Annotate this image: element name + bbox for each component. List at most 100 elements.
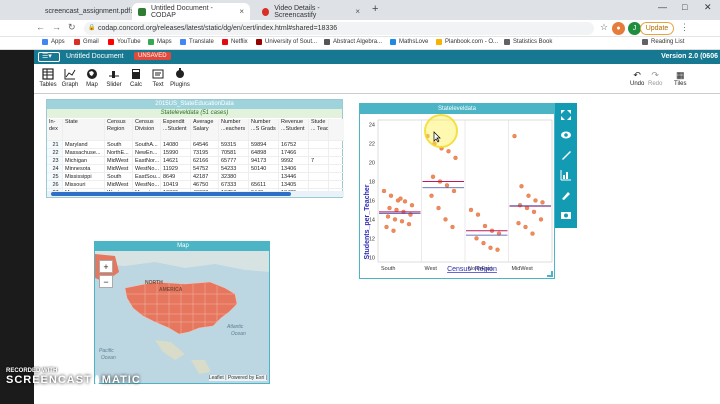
column-header[interactable]: State (63, 119, 105, 140)
menu-kebab-icon[interactable]: ⋮ (680, 22, 689, 33)
tab-screencastify[interactable]: Video Details - Screencastify × (256, 3, 366, 20)
slider-tool-button[interactable]: Slider (103, 68, 125, 88)
table-cell[interactable]: 65777 (219, 157, 249, 164)
ruler-icon[interactable] (560, 149, 572, 161)
table-cell[interactable] (309, 173, 329, 180)
measure-icon[interactable] (560, 169, 572, 181)
table-cell[interactable]: MidWest (105, 165, 133, 172)
table-cell[interactable]: 10419 (161, 181, 191, 188)
table-cell[interactable]: 24 (47, 165, 63, 172)
table-cell[interactable] (309, 141, 329, 148)
bookmark-netflix[interactable]: Netflix (222, 39, 248, 45)
table-scrollbar[interactable] (47, 191, 344, 197)
map-component[interactable]: Map + − NORTH AMERICA Atlantic Ocean Pac… (94, 241, 270, 384)
table-cell[interactable]: EastSou... (133, 173, 161, 180)
table-cell[interactable]: 94173 (249, 157, 279, 164)
text-tool-button[interactable]: Text (147, 68, 169, 88)
bookmark-translate[interactable]: Translate (180, 39, 214, 45)
table-cell[interactable]: Mississippi (63, 173, 105, 180)
table-row[interactable]: 22 Massachuse... NorthE... NewEn... 15990 731… (47, 149, 344, 157)
table-cell[interactable]: 21 (47, 141, 63, 148)
table-cell[interactable]: 59894 (249, 141, 279, 148)
table-cell[interactable]: 73195 (191, 149, 219, 156)
graph-tool-button[interactable]: Graph (59, 68, 81, 88)
graph-plot[interactable]: 2422201816141210South West NorthEast MidWes… (360, 114, 554, 278)
table-cell[interactable]: 54233 (219, 165, 249, 172)
table-cell[interactable]: 23 (47, 157, 63, 164)
update-button[interactable]: Update (640, 22, 674, 35)
graph-title[interactable]: Stateleveldata (360, 104, 554, 114)
table-cell[interactable]: 65611 (249, 181, 279, 188)
table-cell[interactable] (309, 165, 329, 172)
table-cell[interactable] (309, 149, 329, 156)
plugins-tool-button[interactable]: Plugins (169, 68, 191, 88)
column-header[interactable]: Census Division (133, 119, 161, 140)
table-row[interactable]: 21 Maryland South SouthA... 14080 64546 59315 5… (47, 141, 344, 149)
table-cell[interactable]: 14080 (161, 141, 191, 148)
column-header[interactable]: Revenue ...Student (279, 119, 309, 140)
table-cell[interactable]: 7 (309, 157, 329, 164)
bookmark-abstract-algebra[interactable]: Abstract Algebra... (324, 39, 382, 45)
table-cell[interactable] (249, 173, 279, 180)
bookmark-university[interactable]: University of Sout... (256, 39, 317, 45)
bookmark-star-icon[interactable]: ☆ (600, 22, 608, 33)
minimize-button[interactable]: — (658, 2, 667, 12)
table-cell[interactable]: 16752 (279, 141, 309, 148)
zoom-in-button[interactable]: + (99, 260, 113, 273)
hide-show-icon[interactable] (560, 129, 572, 141)
bookmark-planbook[interactable]: Planbook.com - O... (436, 39, 498, 45)
table-cell[interactable]: 50140 (249, 165, 279, 172)
table-row[interactable]: 23 Michigan MidWest EastNor... 14621 62166 657… (47, 157, 344, 165)
url-field[interactable]: 🔒 codap.concord.org/releases/latest/stat… (84, 22, 594, 35)
scroll-thumb[interactable] (51, 192, 291, 196)
table-cell[interactable]: SouthA... (133, 141, 161, 148)
table-title[interactable]: 2015US_StateEducationData (47, 100, 342, 109)
table-cell[interactable]: MidWest (105, 157, 133, 164)
document-title[interactable]: Untitled Document (66, 53, 124, 60)
calc-tool-button[interactable]: Calc (125, 68, 147, 88)
table-cell[interactable]: 26 (47, 181, 63, 188)
extension-icon[interactable]: ● (612, 22, 625, 35)
tab-screencast-pdf[interactable]: screencast_assignment.pdf × (34, 3, 135, 20)
table-cell[interactable] (309, 181, 329, 188)
column-header[interactable]: Number ...eachers (219, 119, 249, 140)
resize-handle[interactable] (547, 271, 553, 277)
close-tab-icon[interactable]: × (239, 7, 244, 16)
table-cell[interactable]: 17466 (279, 149, 309, 156)
brush-icon[interactable] (560, 189, 572, 201)
table-cell[interactable]: 14621 (161, 157, 191, 164)
table-cell[interactable]: 64898 (249, 149, 279, 156)
table-row[interactable]: 26 Missouri MidWest WestNo... 10419 46750 6733… (47, 181, 344, 189)
table-cell[interactable]: 67333 (219, 181, 249, 188)
reload-icon[interactable]: ↻ (68, 22, 76, 33)
column-header[interactable]: Number ...S Grads (249, 119, 279, 140)
bookmark-maps[interactable]: Maps (148, 39, 172, 45)
tables-tool-button[interactable]: Tables (37, 68, 59, 88)
reading-list[interactable]: Reading List (642, 39, 684, 45)
table-cell[interactable]: 64546 (191, 141, 219, 148)
table-cell[interactable]: 15990 (161, 149, 191, 156)
table-cell[interactable]: NorthE... (105, 149, 133, 156)
maximize-button[interactable]: □ (682, 2, 687, 12)
table-cell[interactable]: 25 (47, 173, 63, 180)
table-cell[interactable]: Missouri (63, 181, 105, 188)
table-cell[interactable]: South (105, 173, 133, 180)
table-cell[interactable]: 59315 (219, 141, 249, 148)
table-cell[interactable]: NewEn... (133, 149, 161, 156)
table-cell[interactable]: 54752 (191, 165, 219, 172)
table-cell[interactable]: 13405 (279, 181, 309, 188)
back-icon[interactable]: ← (36, 22, 45, 32)
case-table[interactable]: 2015US_StateEducationData Stateleveldata… (46, 99, 344, 198)
table-cell[interactable]: 22 (47, 149, 63, 156)
new-tab-button[interactable]: + (372, 3, 378, 15)
table-cell[interactable]: WestNo... (133, 181, 161, 188)
tab-codap[interactable]: Untitled Document - CODAP × (132, 3, 250, 20)
map-canvas[interactable] (95, 242, 270, 384)
bookmark-mathslove[interactable]: MathsLove (390, 39, 428, 45)
bookmark-statistics-book[interactable]: Statistics Book (504, 39, 552, 45)
column-header[interactable]: Stude ... Teac (309, 119, 329, 140)
camera-icon[interactable] (560, 209, 572, 221)
table-cell[interactable]: Minnesota (63, 165, 105, 172)
redo-button[interactable]: ↷ Redo (648, 70, 662, 87)
table-cell[interactable]: WestNo... (133, 165, 161, 172)
